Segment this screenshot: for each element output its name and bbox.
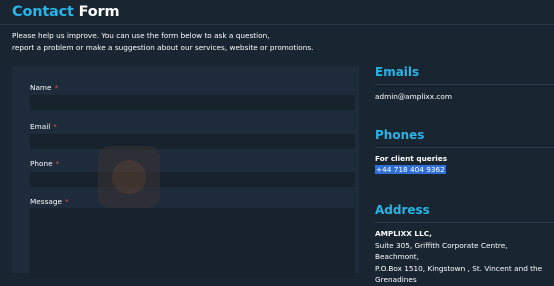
name-label: Name * — [30, 83, 59, 92]
required-marker: * — [54, 83, 59, 92]
company-name: AMPLIXX LLC, — [375, 229, 432, 238]
phone-input[interactable] — [30, 172, 355, 187]
required-marker: * — [53, 122, 57, 131]
phone-caption: For client queries — [375, 154, 448, 163]
title-accent: Contact — [12, 4, 74, 20]
phone-number[interactable]: +44 718 404 9362 — [375, 164, 446, 176]
page-title: Contact Form — [12, 4, 120, 20]
email-label: Email * — [30, 122, 57, 131]
required-marker: * — [64, 197, 69, 206]
phones-heading: Phones — [375, 128, 425, 142]
phones-divider — [375, 147, 554, 148]
emails-divider — [375, 84, 554, 85]
emails-heading: Emails — [375, 65, 420, 79]
address-divider — [375, 222, 554, 223]
required-marker: * — [55, 159, 60, 168]
address-line-2: P.O.Box 1510, Kingstown , St. Vincent an… — [375, 263, 543, 273]
contact-form: Name * Email * Phone * Message * — [12, 66, 359, 278]
address-line-3: Grenadines — [375, 275, 417, 284]
address-line-1: Suite 305, Griffith Corporate Centre, Be… — [375, 240, 508, 262]
phone-number-selected: +44 718 404 9362 — [375, 165, 446, 174]
header-divider — [0, 24, 554, 25]
message-textarea[interactable] — [30, 208, 355, 278]
email-input[interactable] — [30, 134, 355, 149]
phone-label: Phone * — [30, 159, 60, 168]
name-input[interactable] — [30, 95, 355, 110]
intro-text: Please help us improve. You can use the … — [12, 30, 432, 53]
watermark-logo-icon — [98, 146, 160, 208]
intro-line-2: report a problem or make a suggestion ab… — [12, 42, 314, 52]
watermark-emblem-icon — [112, 160, 146, 194]
address-heading: Address — [375, 203, 430, 217]
email-address[interactable]: admin@amplixx.com — [375, 91, 452, 103]
address-block: AMPLIXX LLC, Suite 305, Griffith Corpora… — [375, 228, 553, 286]
message-label: Message * — [30, 197, 69, 206]
intro-line-1: Please help us improve. You can use the … — [12, 31, 270, 40]
title-rest: Form — [78, 4, 120, 20]
